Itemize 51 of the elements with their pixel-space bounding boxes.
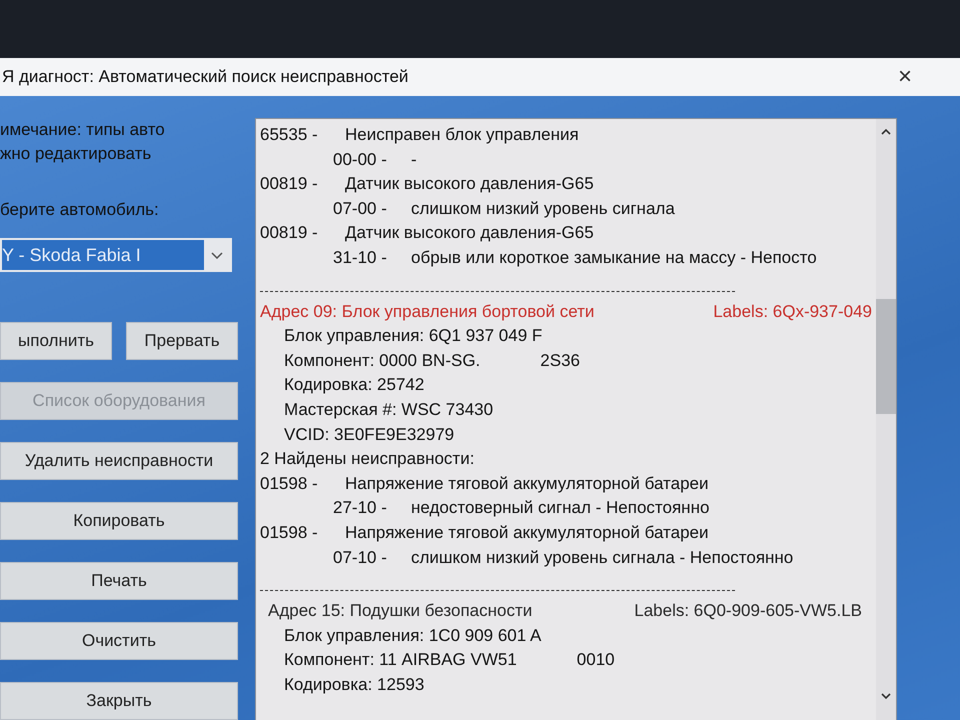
- status-description: -: [411, 148, 417, 171]
- status-code: 07-00 -: [333, 198, 388, 220]
- info-line: Кодировка: 12593: [284, 674, 424, 696]
- labels-file: Labels: 6Qx-937-049: [713, 300, 872, 323]
- fault-description: Датчик высокого давления-G65: [345, 222, 594, 244]
- action-button[interactable]: Очистить: [0, 622, 238, 660]
- action-button[interactable]: ыполнить: [0, 322, 112, 360]
- labels-file: Labels: 6Q0-909-605-VW5.LB: [634, 600, 862, 622]
- fault-description: Напряжение тяговой аккумуляторной батареи: [345, 472, 708, 495]
- fault-description: Напряжение тяговой аккумуляторной батареи: [345, 522, 708, 544]
- address-heading: Адрес 09: Блок управления бортовой сети: [260, 300, 594, 323]
- note-text: имечание: типы авто: [0, 119, 166, 141]
- vehicle-label: берите автомобиль:: [0, 200, 160, 220]
- close-button[interactable]: ×: [890, 63, 920, 91]
- info-value: 2S36: [540, 350, 580, 372]
- info-line: Кодировка: 25742: [284, 374, 424, 396]
- info-line: Компонент: 0000 BN-SG.: [284, 350, 480, 372]
- window-title: Я диагност: Автоматический поиск неисправностей: [2, 67, 408, 87]
- address-heading: Адрес 15: Подушки безопасности: [268, 600, 532, 622]
- status-description: слишком низкий уровень сигнала - Непостоянно: [411, 546, 794, 568]
- chevron-down-icon: [211, 252, 223, 258]
- fault-description: Датчик высокого давления-G65: [345, 173, 594, 196]
- info-line: VCID: 3E0FE9E32979: [284, 424, 454, 446]
- action-button[interactable]: Закрыть: [0, 682, 238, 720]
- status-description: слишком низкий уровень сигнала: [411, 198, 675, 220]
- status-description: недостоверный сигнал - Непостоянно: [411, 497, 710, 520]
- fault-code: 00819 -: [260, 222, 319, 244]
- status-code: 31-10 -: [333, 246, 388, 269]
- status-description: обрыв или короткое замыкание на массу - Непосто: [411, 246, 817, 269]
- vehicle-dropdown[interactable]: Y - Skoda Fabia I: [0, 238, 232, 272]
- action-button[interactable]: Удалить неисправности: [0, 442, 238, 480]
- status-code: 27-10 -: [333, 497, 388, 520]
- action-button[interactable]: Копировать: [0, 502, 238, 540]
- fault-code: 01598 -: [260, 472, 319, 495]
- status-code: 07-10 -: [333, 546, 388, 568]
- info-value: 0010: [576, 649, 615, 672]
- fault-code: 01598 -: [260, 522, 319, 544]
- fault-description: Неисправен блок управления: [345, 124, 579, 146]
- fault-code: 00819 -: [260, 173, 319, 196]
- note-text: жно редактировать: [0, 143, 152, 165]
- fault-count: 2 Найдены неисправности:: [260, 448, 476, 470]
- scroll-thumb[interactable]: [876, 299, 896, 414]
- scrollbar[interactable]: [876, 119, 896, 720]
- action-button[interactable]: Печать: [0, 562, 238, 600]
- action-button[interactable]: Прервать: [126, 322, 238, 360]
- fault-code: 65535 -: [260, 124, 319, 146]
- info-line: Блок управления: 1C0 909 601 A: [284, 624, 542, 647]
- status-code: 00-00 -: [333, 148, 388, 171]
- info-line: Компонент: 11 AIRBAG VW51: [284, 649, 517, 672]
- info-line: Блок управления: 6Q1 937 049 F: [284, 325, 542, 348]
- info-line: Мастерская #: WSC 73430: [284, 398, 494, 421]
